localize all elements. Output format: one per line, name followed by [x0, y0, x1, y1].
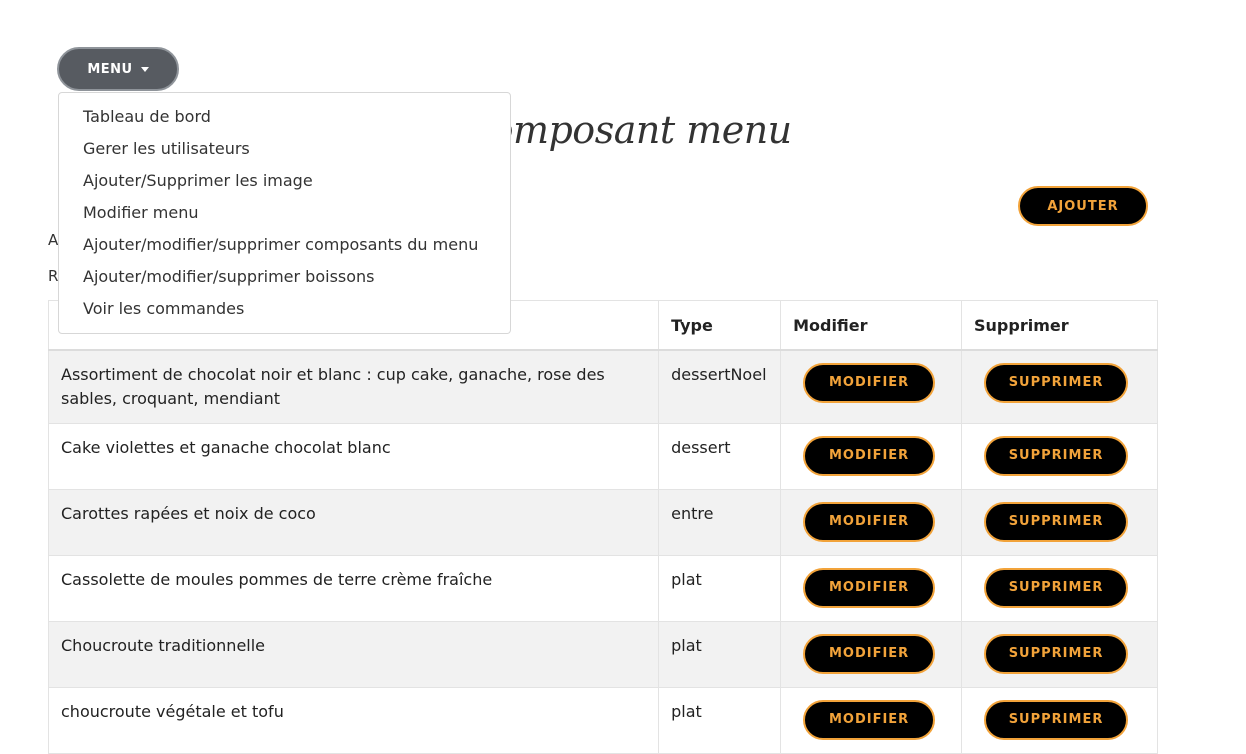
left-text-fragment-1: A: [48, 231, 59, 249]
modify-button[interactable]: MODIFIER: [803, 700, 936, 740]
menu-item-drinks[interactable]: Ajouter/modifier/supprimer boissons: [59, 261, 510, 293]
delete-button[interactable]: SUPPRIMER: [984, 568, 1129, 608]
menu-button[interactable]: MENU: [57, 47, 179, 91]
table-row: Choucroute traditionnelle plat MODIFIER …: [47, 621, 1158, 688]
components-table: Type Modifier Supprimer Assortiment de c…: [47, 300, 1158, 754]
menu-button-label: MENU: [87, 61, 133, 77]
add-button[interactable]: AJOUTER: [1018, 186, 1148, 226]
row-name: Cassolette de moules pommes de terre crè…: [47, 555, 660, 622]
modify-button[interactable]: MODIFIER: [803, 436, 936, 476]
modify-button[interactable]: MODIFIER: [803, 634, 936, 674]
row-type: plat: [658, 621, 782, 688]
delete-button[interactable]: SUPPRIMER: [984, 436, 1129, 476]
page-title-wrapper: Composant menu: [498, 100, 798, 170]
table-row: Assortiment de chocolat noir et blanc : …: [47, 349, 1158, 424]
modify-button[interactable]: MODIFIER: [803, 363, 936, 403]
row-name: Cake violettes et ganache chocolat blanc: [47, 423, 660, 490]
row-type: dessert: [658, 423, 782, 490]
delete-button[interactable]: SUPPRIMER: [984, 363, 1129, 403]
delete-button[interactable]: SUPPRIMER: [984, 700, 1129, 740]
row-name: Carottes rapées et noix de coco: [47, 489, 660, 556]
row-type: entre: [658, 489, 782, 556]
menu-item-orders[interactable]: Voir les commandes: [59, 293, 510, 325]
row-type: plat: [658, 687, 782, 754]
header-delete: Supprimer: [961, 300, 1158, 351]
table-row: Carottes rapées et noix de coco entre MO…: [47, 489, 1158, 556]
page-title: Composant menu: [498, 108, 792, 152]
menu-item-users[interactable]: Gerer les utilisateurs: [59, 133, 510, 165]
delete-button[interactable]: SUPPRIMER: [984, 634, 1129, 674]
modify-button[interactable]: MODIFIER: [803, 568, 936, 608]
row-type: plat: [658, 555, 782, 622]
modify-button[interactable]: MODIFIER: [803, 502, 936, 542]
table-row: Cake violettes et ganache chocolat blanc…: [47, 423, 1158, 490]
header-modify: Modifier: [780, 300, 963, 351]
header-type: Type: [658, 300, 782, 351]
row-type: dessertNoel: [658, 349, 782, 424]
row-name: choucroute végétale et tofu: [47, 687, 660, 754]
menu-item-components[interactable]: Ajouter/modifier/supprimer composants du…: [59, 229, 510, 261]
menu-item-edit-menu[interactable]: Modifier menu: [59, 197, 510, 229]
menu-item-dashboard[interactable]: Tableau de bord: [59, 101, 510, 133]
menu-item-images[interactable]: Ajouter/Supprimer les image: [59, 165, 510, 197]
caret-down-icon: [140, 66, 149, 72]
delete-button[interactable]: SUPPRIMER: [984, 502, 1129, 542]
table-row: Cassolette de moules pommes de terre crè…: [47, 555, 1158, 622]
row-name: Assortiment de chocolat noir et blanc : …: [47, 349, 660, 424]
menu-dropdown: Tableau de bord Gerer les utilisateurs A…: [58, 92, 511, 334]
row-name: Choucroute traditionnelle: [47, 621, 660, 688]
table-row: choucroute végétale et tofu plat MODIFIE…: [47, 687, 1158, 754]
